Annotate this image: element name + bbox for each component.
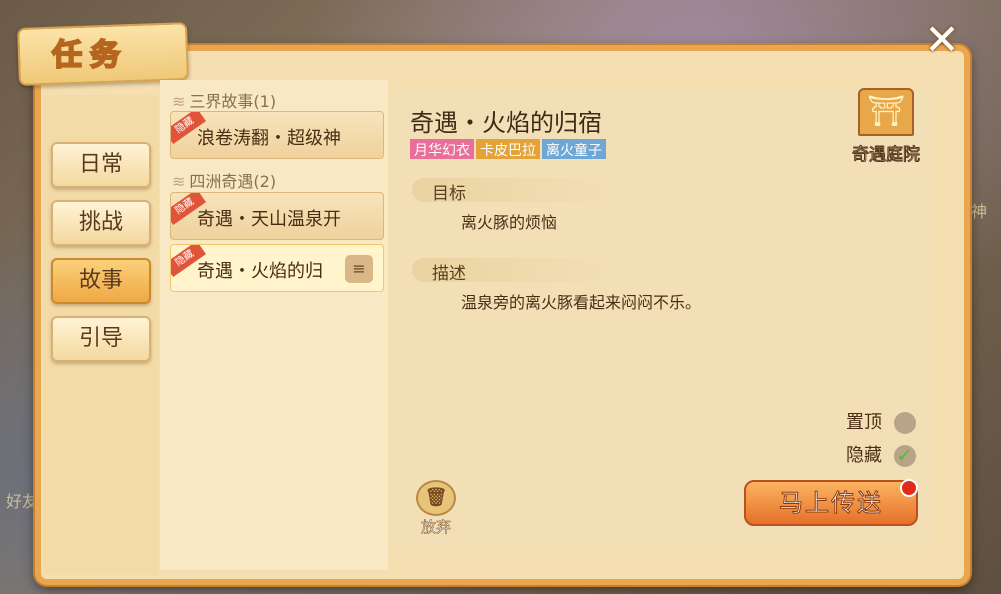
tag-badge: 离火童子 xyxy=(542,139,606,159)
tab-daily[interactable]: 日常 xyxy=(51,142,151,188)
encounter-courtyard-button[interactable]: ⛩ 奇遇庭院 xyxy=(846,88,926,168)
close-icon[interactable]: ✕ xyxy=(920,18,964,62)
goal-section-header: 目标 xyxy=(412,178,612,204)
quest-item-selected[interactable]: 隐藏 奇遇・火焰的归 ≡ xyxy=(170,244,384,292)
abandon-label: 放弃 xyxy=(420,518,452,537)
pin-toggle[interactable]: 置顶 xyxy=(846,408,916,434)
quest-item-label: 奇遇・天山温泉开 xyxy=(197,209,341,230)
group-label-text: 三界故事(1) xyxy=(189,92,277,111)
tab-guide[interactable]: 引导 xyxy=(51,316,151,362)
clipboard-icon[interactable]: ≡ xyxy=(345,255,373,283)
pavilion-icon: ⛩ xyxy=(858,88,914,136)
window-title: 任务 xyxy=(51,37,128,74)
goal-text: 离火豚的烦恼 xyxy=(461,213,558,232)
description-label: 描述 xyxy=(432,264,466,284)
check-icon[interactable]: ✓ xyxy=(893,445,916,467)
quest-item-label: 奇遇・火焰的归 xyxy=(197,261,323,282)
hide-toggle[interactable]: 隐藏 ✓ xyxy=(846,441,916,467)
hide-label: 隐藏 xyxy=(846,445,882,466)
goal-label: 目标 xyxy=(432,184,466,204)
quest-title: 奇遇・火焰的归宿 xyxy=(410,109,602,137)
trash-icon: 🗑 xyxy=(416,480,456,516)
description-section-header: 描述 xyxy=(412,258,612,284)
quest-item[interactable]: 隐藏 奇遇・天山温泉开 xyxy=(170,192,384,240)
pin-label: 置顶 xyxy=(846,412,882,433)
background-friends-label: 好友 xyxy=(6,492,39,511)
scroll-icon: ≋ xyxy=(172,172,186,191)
abandon-button[interactable]: 🗑 放弃 xyxy=(414,480,458,537)
scroll-icon: ≋ xyxy=(172,92,186,111)
group-label-text: 四洲奇遇(2) xyxy=(189,172,277,191)
quest-item[interactable]: 隐藏 浪卷涛翻・超级神 xyxy=(170,111,384,159)
quest-tags: 月华幻衣 卡皮巴拉 离火童子 xyxy=(410,139,606,159)
notification-dot xyxy=(900,479,918,497)
pavilion-label: 奇遇庭院 xyxy=(852,145,921,166)
description-text: 温泉旁的离火豚看起来闷闷不乐。 xyxy=(461,293,702,312)
quest-item-label: 浪卷涛翻・超级神 xyxy=(197,128,341,149)
tab-challenge[interactable]: 挑战 xyxy=(51,200,151,246)
tag-badge: 卡皮巴拉 xyxy=(476,139,540,159)
pin-checkbox[interactable] xyxy=(893,412,916,434)
tab-story[interactable]: 故事 xyxy=(51,258,151,304)
group-label-sanjie[interactable]: ≋ 三界故事(1) xyxy=(172,88,276,112)
teleport-button[interactable]: 马上传送 xyxy=(744,480,918,526)
group-label-sizhou[interactable]: ≋ 四洲奇遇(2) xyxy=(172,168,276,192)
tag-badge: 月华幻衣 xyxy=(410,139,474,159)
